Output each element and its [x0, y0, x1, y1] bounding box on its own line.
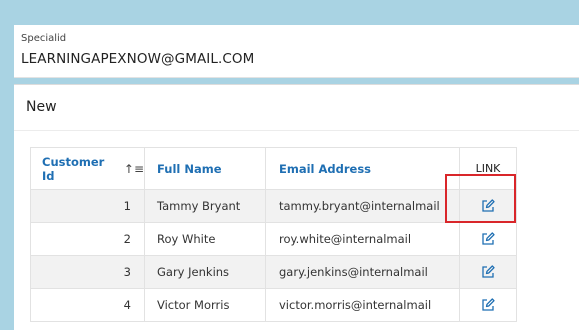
column-header-customer-id[interactable]: Customer Id ↑≡: [31, 148, 145, 189]
sort-ascending-icon[interactable]: ↑≡: [124, 162, 144, 176]
table-row: 4 Victor Morris victor.morris@internalma…: [31, 289, 516, 322]
cell-email: roy.white@internalmail: [266, 223, 460, 255]
cell-full-name: Victor Morris: [145, 289, 266, 321]
report-header-row: Customer Id ↑≡ Full Name Email Address L…: [31, 148, 516, 190]
cell-link: [460, 256, 516, 288]
cell-customer-id: 1: [31, 190, 145, 222]
edit-icon[interactable]: [480, 231, 496, 247]
cell-customer-id: 4: [31, 289, 145, 321]
column-header-email[interactable]: Email Address: [266, 148, 460, 189]
edit-icon[interactable]: [480, 297, 496, 313]
cell-email: victor.morris@internalmail: [266, 289, 460, 321]
region-header: New: [14, 85, 579, 131]
edit-icon[interactable]: [480, 264, 496, 280]
specialid-value: LEARNINGAPEXNOW@GMAIL.COM: [21, 51, 255, 67]
column-header-email-label: Email Address: [279, 161, 372, 176]
cell-link: [460, 223, 516, 255]
specialid-label: Specialid: [21, 33, 67, 44]
region-title: New: [26, 99, 57, 115]
column-header-full-name[interactable]: Full Name: [145, 148, 266, 189]
cell-customer-id: 3: [31, 256, 145, 288]
cell-full-name: Gary Jenkins: [145, 256, 266, 288]
cell-email: tammy.bryant@internalmail: [266, 190, 460, 222]
highlight-box: [445, 174, 516, 223]
customer-report: Customer Id ↑≡ Full Name Email Address L…: [30, 147, 517, 322]
table-row: 2 Roy White roy.white@internalmail: [31, 223, 516, 256]
table-row: 1 Tammy Bryant tammy.bryant@internalmail: [31, 190, 516, 223]
cell-email: gary.jenkins@internalmail: [266, 256, 460, 288]
cell-full-name: Roy White: [145, 223, 266, 255]
cell-full-name: Tammy Bryant: [145, 190, 266, 222]
table-row: 3 Gary Jenkins gary.jenkins@internalmail: [31, 256, 516, 289]
specialid-item: Specialid LEARNINGAPEXNOW@GMAIL.COM: [14, 25, 579, 78]
cell-link: [460, 289, 516, 321]
cell-customer-id: 2: [31, 223, 145, 255]
column-header-customer-id-label: Customer Id: [42, 154, 105, 183]
column-header-full-name-label: Full Name: [157, 161, 222, 176]
